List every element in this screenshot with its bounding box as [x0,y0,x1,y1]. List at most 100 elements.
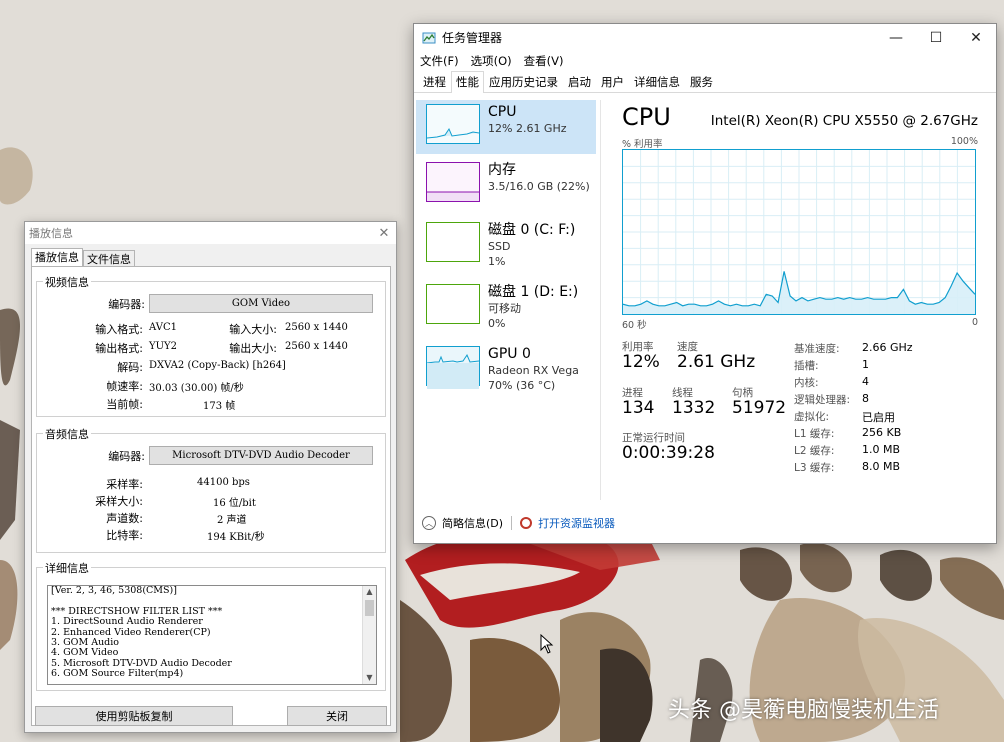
dialog-tabs: 播放信息 文件信息 [25,248,396,268]
panel-divider [600,100,601,500]
dialog-title-bar[interactable]: 播放信息 ✕ [25,222,396,244]
chevron-up-icon[interactable]: ︿ [422,516,436,530]
sidebar-item-cpu[interactable]: CPU 12% 2.61 GHz [416,100,596,154]
group-title: 详细信息 [43,560,91,576]
group-title: 视频信息 [43,274,91,290]
video-info-group: 视频信息 编码器: GOM Video 输入格式: AVC1 输入大小: 256… [36,274,386,417]
title-bar[interactable]: 任务管理器 — ☐ ✕ [414,24,996,51]
detail-line: [Ver. 2, 3, 46, 5308(CMS)] [51,585,177,596]
sidebar-item-usage: 1% [488,255,506,268]
video-codec-value: GOM Video [149,294,373,313]
details-scrollbar[interactable]: ▲ ▼ [362,586,376,684]
video-codec-label: 编码器: [108,298,145,311]
scroll-down-icon[interactable]: ▼ [363,672,376,684]
menu-options[interactable]: 选项(O) [471,53,512,69]
channels-label: 声道数: [106,512,143,525]
sidebar-item-memory[interactable]: 内存 3.5/16.0 GB (22%) [416,158,596,218]
sidebar-item-detail: 3.5/16.0 GB (22%) [488,180,590,193]
tab-details[interactable]: 详细信息 [629,71,685,92]
sample-size-label: 采样大小: [95,495,143,508]
graph-label-max: 100% [950,136,978,147]
sidebar-item-usage: 0% [488,317,506,330]
close-button[interactable]: ✕ [956,24,996,51]
group-title: 音频信息 [43,426,91,442]
sidebar-item-label: 磁盘 1 (D: E:) [488,284,579,300]
tab-strip: 进程 性能 应用历史记录 启动 用户 详细信息 服务 [414,71,996,93]
info-value: 1.0 MB [862,443,901,456]
info-value: 2.66 GHz [862,341,913,354]
scroll-up-icon[interactable]: ▲ [363,586,376,598]
playback-info-dialog: 播放信息 ✕ 播放信息 文件信息 视频信息 编码器: GOM Video 输入格… [24,221,397,733]
cpu-mini-graph [426,104,480,144]
info-label: 基准速度: [794,343,840,355]
copy-to-clipboard-button[interactable]: 使用剪贴板复制 [35,706,233,726]
current-frame-value: 173 帧 [203,401,236,412]
info-value: 8.0 MB [862,460,901,473]
threads-value: 1332 [672,398,716,418]
tab-users[interactable]: 用户 [596,71,629,92]
sample-rate-value: 44100 bps [197,477,250,488]
cpu-stats: 利用率 速度 12% 2.61 GHz 进程 线程 句柄 134 1332 51… [622,339,978,489]
close-icon[interactable]: ✕ [372,226,396,241]
info-value: 256 KB [862,426,902,439]
minimize-button[interactable]: — [876,24,916,51]
sidebar-item-disk0[interactable]: 磁盘 0 (C: F:) SSD 1% [416,218,596,280]
input-format-label: 输入格式: [95,323,143,336]
details-textbox[interactable]: [Ver. 2, 3, 46, 5308(CMS)] *** DIRECTSHO… [47,585,377,685]
framerate-label: 帧速率: [106,380,143,393]
open-resource-monitor-link[interactable]: 打开资源监视器 [538,515,615,531]
output-size-value: 2560 x 1440 [285,341,348,352]
sidebar-item-detail: Radeon RX Vega [488,364,579,377]
uptime-value: 0:00:39:28 [622,443,715,463]
performance-panel: CPU 12% 2.61 GHz 内存 3.5/16.0 GB (22%) 磁盘… [414,94,996,504]
audio-info-group: 音频信息 编码器: Microsoft DTV-DVD Audio Decode… [36,426,386,553]
scroll-thumb[interactable] [365,600,374,616]
memory-mini-graph [426,162,480,202]
info-label: L3 缓存: [794,462,835,474]
sidebar-item-detail: 可移动 [488,302,521,315]
info-label: 逻辑处理器: [794,394,851,406]
sidebar-item-detail: 12% 2.61 GHz [488,122,567,135]
decode-label: 解码: [117,361,143,374]
sample-size-value: 16 位/bit [213,498,256,509]
dialog-title: 播放信息 [29,227,73,240]
sidebar-item-label: CPU [488,104,517,120]
cpu-heading: CPU [622,103,671,131]
info-label: 内核: [794,377,819,389]
tab-startup[interactable]: 启动 [563,71,596,92]
sidebar-item-disk1[interactable]: 磁盘 1 (D: E:) 可移动 0% [416,280,596,342]
bitrate-label: 比特率: [106,529,143,542]
tab-performance[interactable]: 性能 [451,71,484,93]
audio-codec-value: Microsoft DTV-DVD Audio Decoder [149,446,373,465]
cpu-model: Intel(R) Xeon(R) CPU X5550 @ 2.67GHz [710,113,978,129]
sidebar-item-gpu0[interactable]: GPU 0 Radeon RX Vega 70% (36 °C) [416,342,596,404]
sidebar-item-label: 磁盘 0 (C: F:) [488,222,576,238]
mouse-cursor-icon [540,634,554,654]
menu-file[interactable]: 文件(F) [420,53,459,69]
tab-app-history[interactable]: 应用历史记录 [484,71,563,92]
sidebar-item-label: GPU 0 [488,346,531,362]
cpu-detail: CPU Intel(R) Xeon(R) CPU X5550 @ 2.67GHz… [622,102,978,489]
maximize-button[interactable]: ☐ [916,24,956,51]
audio-codec-label: 编码器: [108,450,145,463]
gpu-mini-graph [426,346,480,389]
menu-view[interactable]: 查看(V) [524,53,564,69]
watermark-text: 头条 @昊蘅电脑慢装机生活 [668,698,939,723]
tab-services[interactable]: 服务 [685,71,718,92]
decode-value: DXVA2 (Copy-Back) [h264] [149,360,286,371]
framerate-value: 30.03 (30.00) 帧/秒 [149,383,244,394]
graph-axis-start: 60 秒 [622,320,647,331]
close-dialog-button[interactable]: 关闭 [287,706,387,726]
disk0-mini-graph [426,222,480,262]
sample-rate-label: 采样率: [106,478,143,491]
bitrate-value: 194 KBit/秒 [207,532,265,543]
menu-bar: 文件(F) 选项(O) 查看(V) [414,51,996,71]
info-value: 8 [862,392,869,405]
sidebar-item-usage: 70% (36 °C) [488,379,556,392]
footer-bar: ︿ 简略信息(D) 打开资源监视器 [414,512,996,534]
tab-processes[interactable]: 进程 [418,71,451,92]
info-label: L2 缓存: [794,445,835,457]
tab-playback-info[interactable]: 播放信息 [31,248,83,268]
detail-line: 6. GOM Source Filter(mp4) [51,668,184,680]
summary-toggle[interactable]: 简略信息(D) [442,515,503,531]
